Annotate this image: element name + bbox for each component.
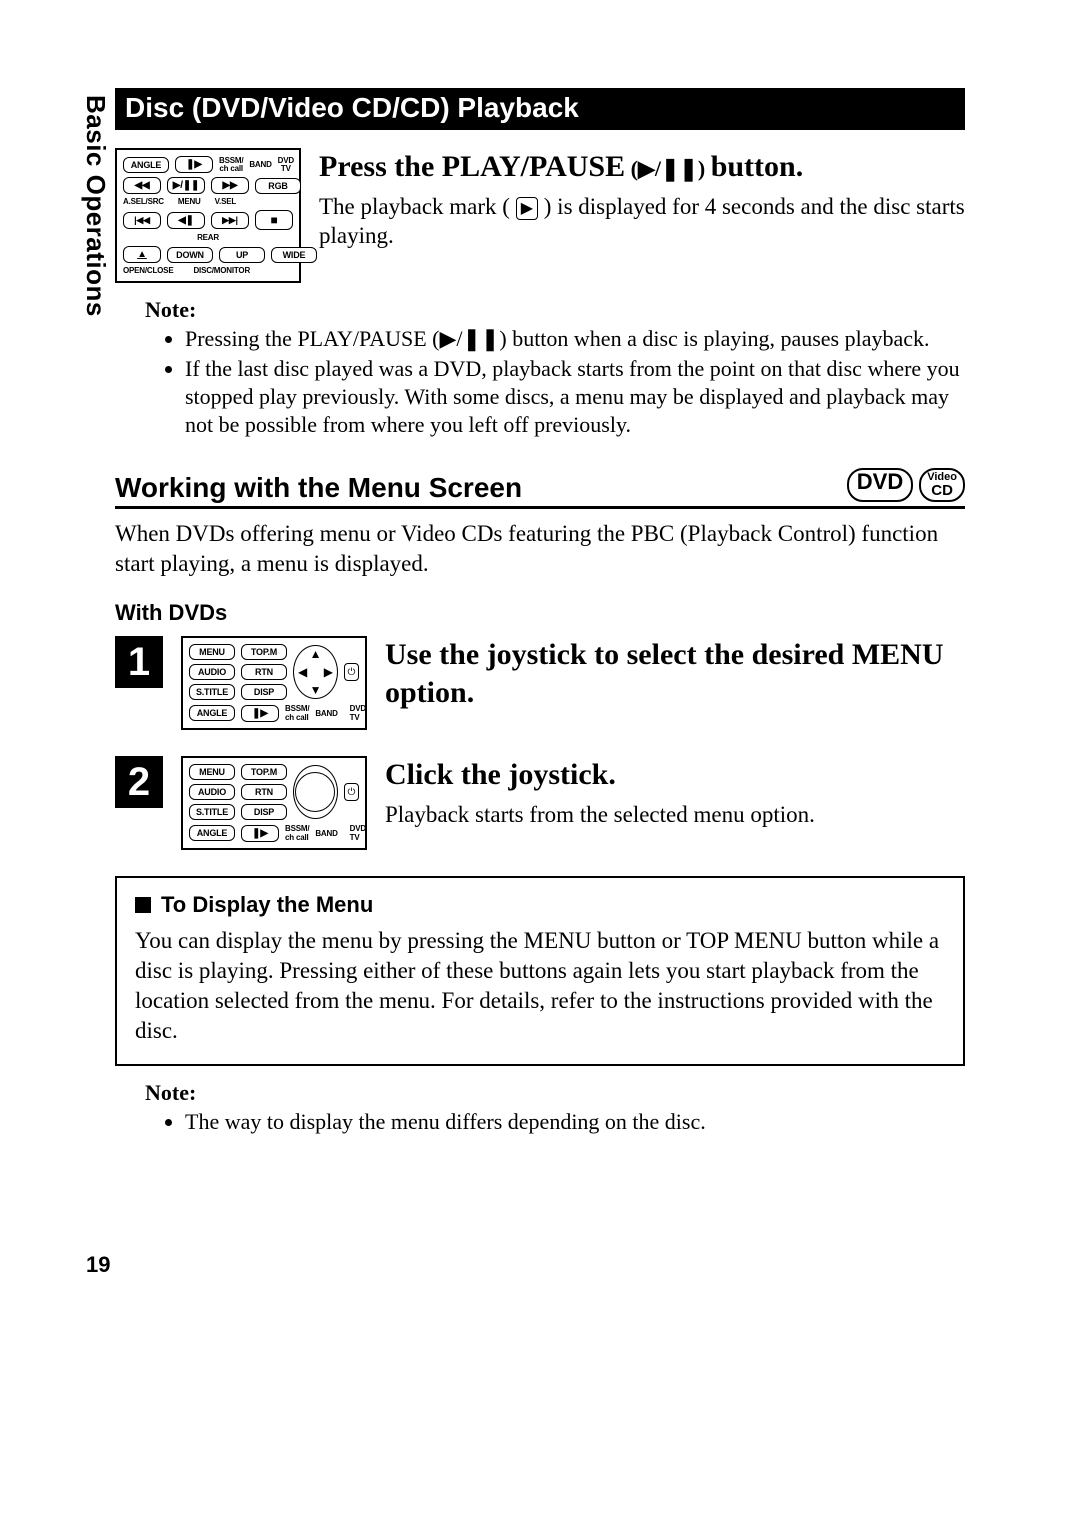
key-down: DOWN xyxy=(167,247,213,263)
label-bssm: BSSM/ch call xyxy=(285,824,309,842)
key-eject xyxy=(123,246,161,263)
label-dvd-tv: DVDTV xyxy=(278,157,294,173)
side-heading: Basic Operations xyxy=(80,95,111,317)
key-angle: ANGLE xyxy=(123,157,169,173)
key-step-back xyxy=(167,212,205,229)
power-icon: ⏻ xyxy=(344,783,359,801)
note-list-2: The way to display the menu differs depe… xyxy=(145,1108,965,1136)
key-menu: MENU xyxy=(189,764,235,780)
display-menu-body: You can display the menu by pressing the… xyxy=(135,926,945,1046)
subsection-intro: When DVDs offering menu or Video CDs fea… xyxy=(115,519,965,579)
key-step-forward xyxy=(241,705,279,722)
step-number-2: 2 xyxy=(115,756,163,808)
label-bssm: BSSM/ch call xyxy=(285,704,309,722)
step-number-1: 1 xyxy=(115,636,163,688)
step1-title: Use the joystick to select the desired M… xyxy=(385,636,965,711)
with-dvds-heading: With DVDs xyxy=(115,600,965,626)
label-asel-src: A.SEL/SRC xyxy=(123,198,164,206)
key-prev-track xyxy=(123,212,161,229)
label-rear: REAR xyxy=(197,234,219,242)
key-next-track xyxy=(211,212,249,229)
section-title-bar: Disc (DVD/Video CD/CD) Playback xyxy=(115,88,965,130)
key-rgb: RGB xyxy=(255,178,301,194)
key-stop xyxy=(255,210,293,230)
note-label-2: Note: xyxy=(145,1080,965,1106)
key-rewind xyxy=(123,177,161,194)
label-band: BAND xyxy=(249,161,271,169)
key-subtitle: S.TITLE xyxy=(189,684,235,700)
key-step-forward xyxy=(175,156,213,173)
play-pause-heading: Press the PLAY/PAUSEbutton. xyxy=(319,148,965,186)
key-audio: AUDIO xyxy=(189,784,235,800)
key-top-menu: TOP.M xyxy=(241,644,287,660)
page-number: 19 xyxy=(86,1252,110,1278)
key-subtitle: S.TITLE xyxy=(189,804,235,820)
playback-mark-icon: ▶ xyxy=(516,197,538,221)
label-band: BAND xyxy=(315,709,337,718)
subsection-title: Working with the Menu Screen xyxy=(115,472,522,506)
label-vsel: V.SEL xyxy=(215,198,236,206)
label-bssm: BSSM/ch call xyxy=(219,157,243,173)
key-angle: ANGLE xyxy=(189,825,235,841)
display-menu-title: To Display the Menu xyxy=(135,892,945,918)
label-open-close: OPEN/CLOSE xyxy=(123,267,173,275)
note-item: Pressing the PLAY/PAUSE (▶/❚❚) button wh… xyxy=(185,325,965,353)
note-item: The way to display the menu differs depe… xyxy=(185,1108,965,1136)
key-play-pause xyxy=(167,177,205,194)
key-return: RTN xyxy=(241,664,287,680)
joystick-click-icon xyxy=(293,765,338,819)
key-angle: ANGLE xyxy=(189,705,235,721)
label-dvd-tv: DVDTV xyxy=(350,824,366,842)
badge-dvd: DVD xyxy=(847,468,913,502)
step2-title: Click the joystick. xyxy=(385,756,965,794)
label-dvd-tv: DVDTV xyxy=(350,704,366,722)
key-wide: WIDE xyxy=(271,247,317,263)
badge-video-cd: Video CD xyxy=(919,468,965,502)
key-display: DISP xyxy=(241,804,287,820)
note-item: If the last disc played was a DVD, playb… xyxy=(185,355,965,439)
label-menu: MENU xyxy=(178,198,201,206)
joystick-arrows-icon: ▲▼◀▶ xyxy=(293,645,338,699)
note-list-1: Pressing the PLAY/PAUSE (▶/❚❚) button wh… xyxy=(145,325,965,440)
key-fast-forward xyxy=(211,177,249,194)
remote-diagram-step2: MENU TOP.M AUDIO RTN S.TITLE DISP xyxy=(181,756,367,850)
key-display: DISP xyxy=(241,684,287,700)
key-top-menu: TOP.M xyxy=(241,764,287,780)
key-step-forward xyxy=(241,825,279,842)
label-disc-monitor: DISC/MONITOR xyxy=(193,267,250,275)
key-return: RTN xyxy=(241,784,287,800)
label-band: BAND xyxy=(315,829,337,838)
remote-diagram-step1: MENU TOP.M AUDIO RTN S.TITLE DISP xyxy=(181,636,367,730)
key-audio: AUDIO xyxy=(189,664,235,680)
power-icon: ⏻ xyxy=(344,663,359,681)
display-menu-box: To Display the Menu You can display the … xyxy=(115,876,965,1066)
key-up: UP xyxy=(219,247,265,263)
key-menu: MENU xyxy=(189,644,235,660)
play-pause-body: The playback mark ( ▶ ) is displayed for… xyxy=(319,192,965,252)
note-label-1: Note: xyxy=(145,297,965,323)
media-badges: DVD Video CD xyxy=(847,468,965,506)
step2-body: Playback starts from the selected menu o… xyxy=(385,800,965,830)
remote-diagram-top: ANGLE BSSM/ch call BAND DVDTV RGB A.SEL/… xyxy=(115,148,301,283)
